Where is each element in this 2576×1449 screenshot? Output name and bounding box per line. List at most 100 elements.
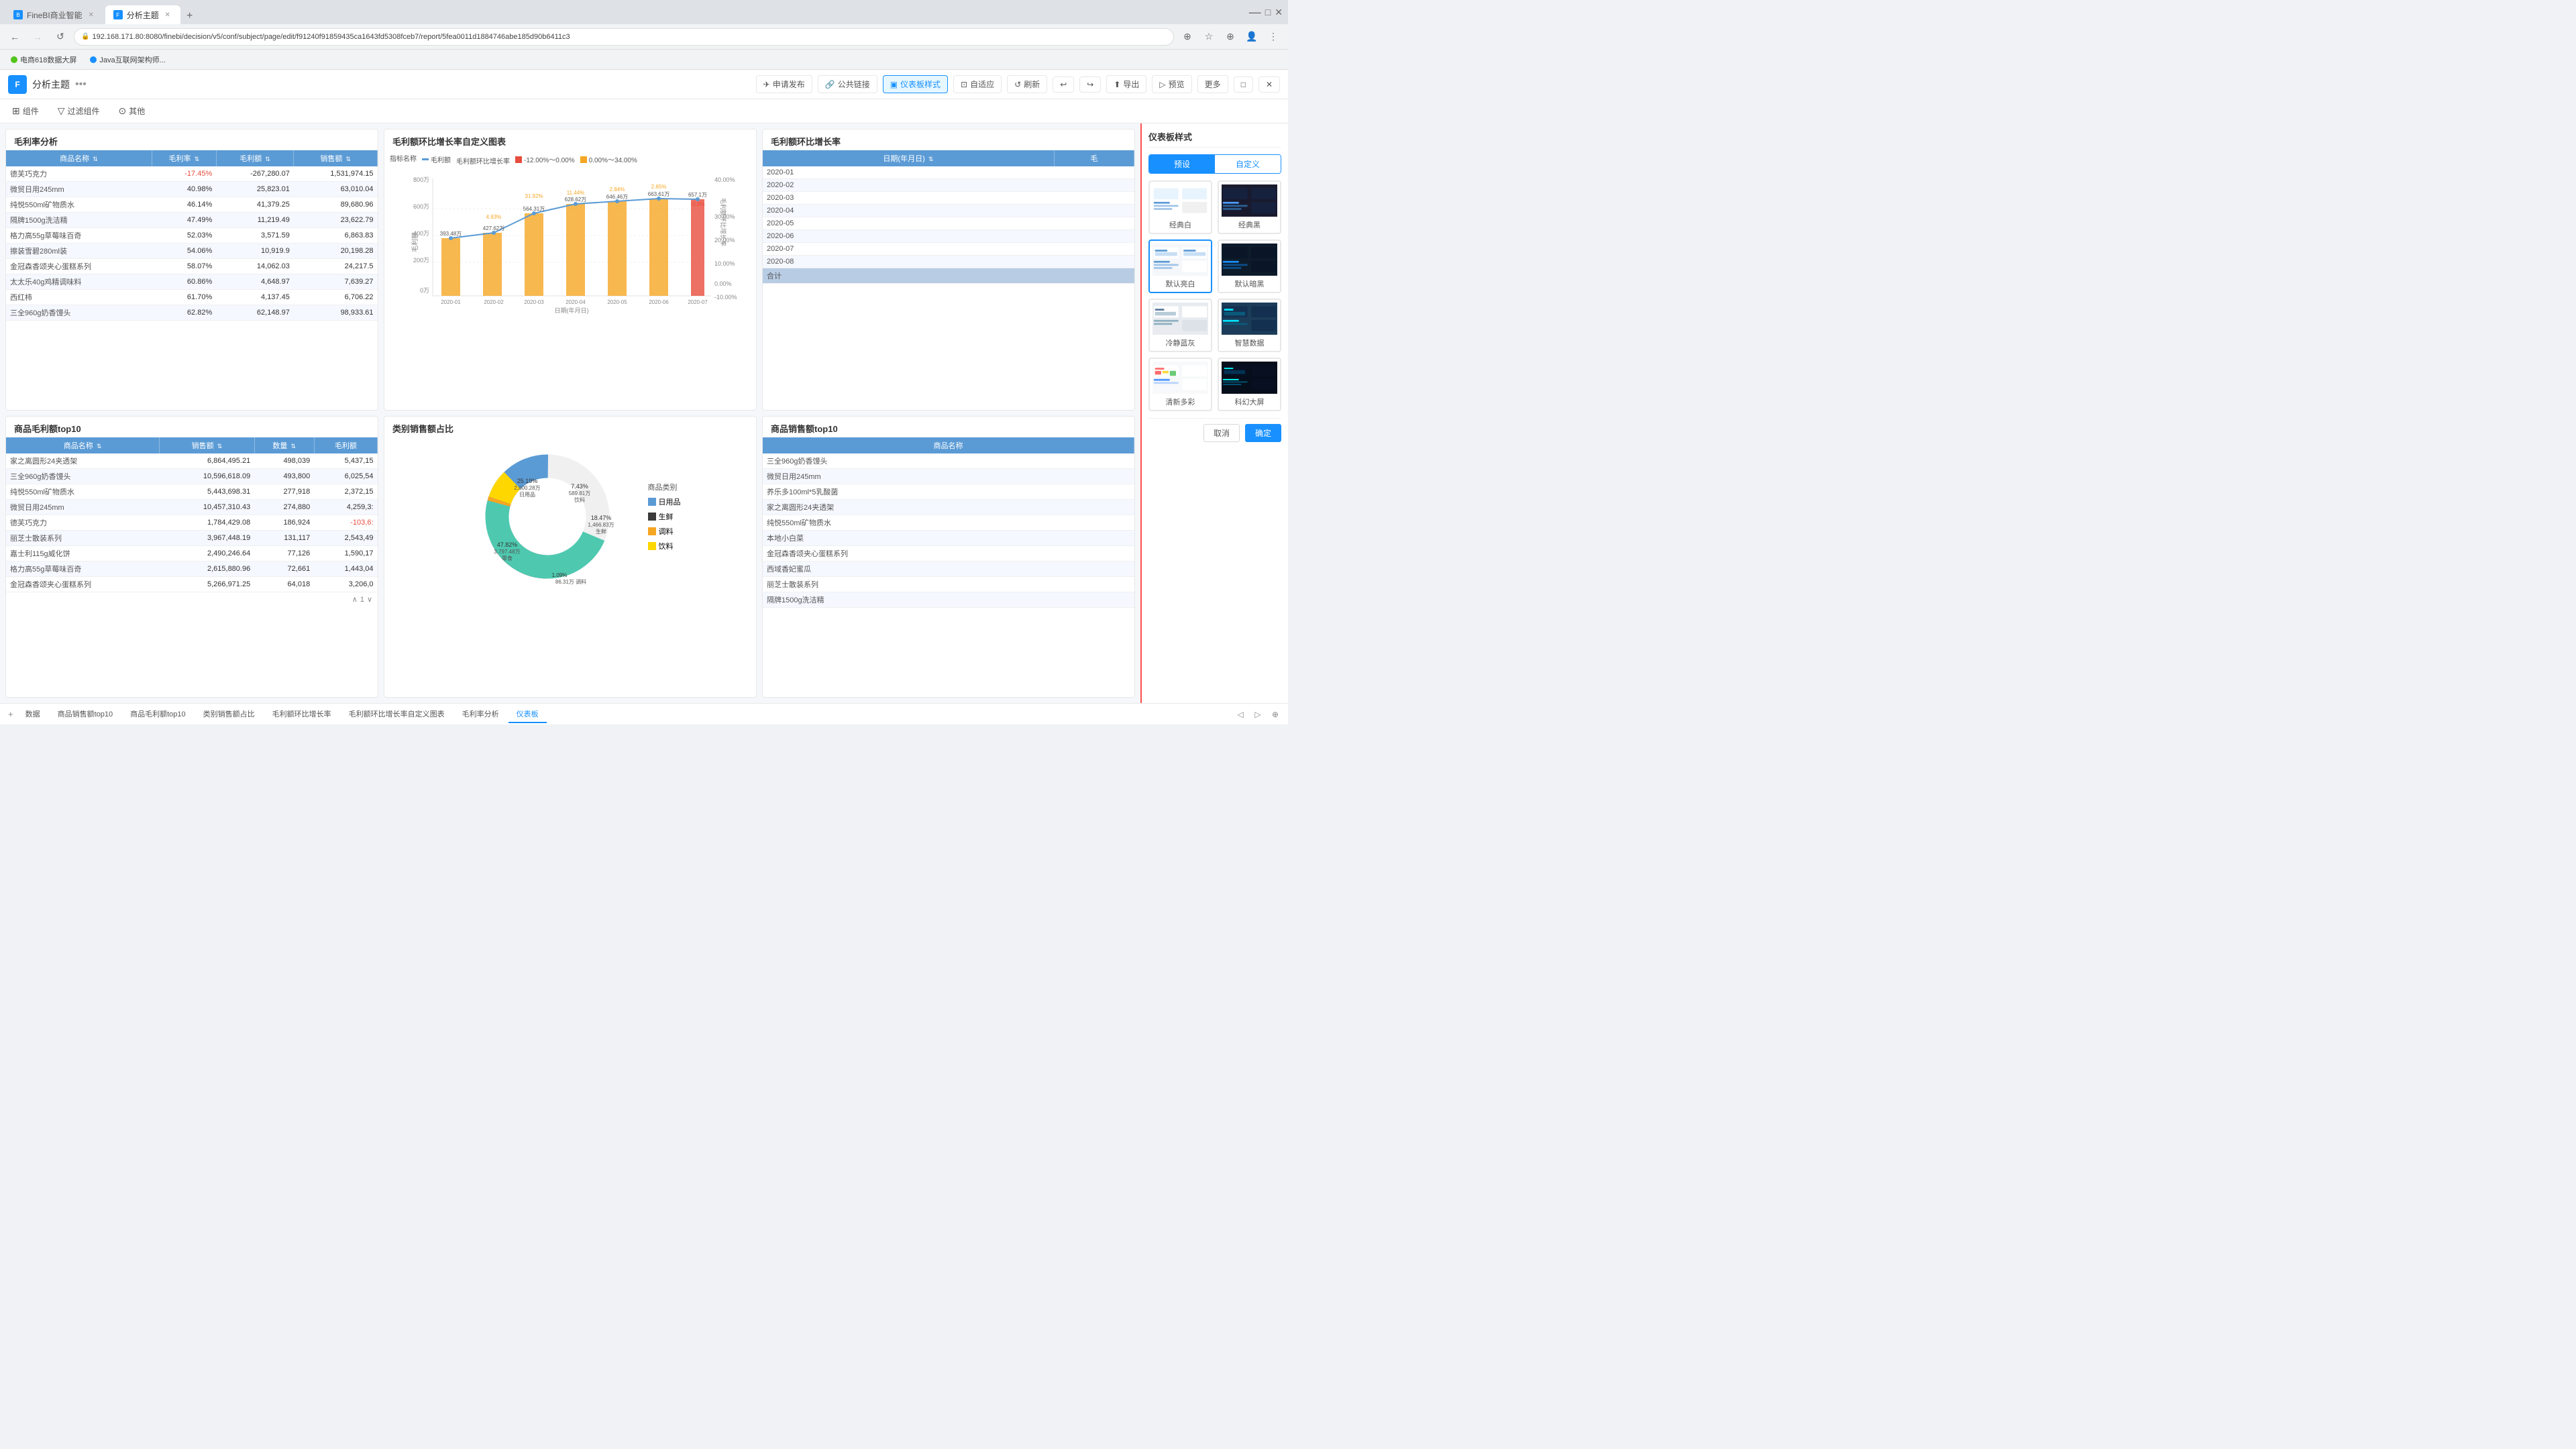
theme-preview-smart-data	[1222, 303, 1277, 335]
preview-btn[interactable]: ▷ 预览	[1152, 75, 1191, 93]
tab-action-2[interactable]: ▷	[1250, 707, 1265, 722]
dashboard-style-btn[interactable]: ▣ 仪表板样式	[883, 75, 948, 93]
profile-btn[interactable]: 👤	[1242, 28, 1261, 46]
toolbar-other[interactable]: ⊙ 其他	[115, 104, 150, 118]
pt-col-sales[interactable]: 销售额 ⇅	[160, 437, 255, 453]
style-tab-preset[interactable]: 预设	[1149, 155, 1215, 173]
gr-cell-value	[1054, 256, 1134, 268]
gm-col-rate[interactable]: 毛利率 ⇅	[152, 150, 216, 166]
theme-name-cool-grey: 冷静蓝灰	[1152, 337, 1208, 348]
gm-cell-profit: -267,280.07	[216, 166, 294, 182]
close-btn[interactable]: ✕	[1275, 7, 1283, 18]
theme-smart-data[interactable]: 智慧数据	[1218, 299, 1281, 352]
bottom-tab-5[interactable]: 毛利额环比增长率自定义图表	[341, 706, 453, 723]
gr-col-date[interactable]: 日期(年月日) ⇅	[763, 150, 1054, 166]
close-window-btn[interactable]: ✕	[1258, 76, 1280, 93]
gm-cell-profit: 41,379.25	[216, 197, 294, 213]
address-bar[interactable]: 🔒 192.168.171.80:8080/finebi/decision/v5…	[74, 28, 1174, 46]
bookmark-ecommerce[interactable]: 电商618数据大屏	[7, 53, 80, 66]
bottom-tab-1[interactable]: 商品销售额top10	[50, 706, 121, 723]
x-3: 2020-03	[524, 299, 544, 305]
theme-classic-white[interactable]: 经典白	[1148, 180, 1212, 234]
page-prev[interactable]: ∧	[352, 595, 358, 604]
tab-analysis-close[interactable]: ✕	[163, 10, 172, 19]
tab-finebi-label: FineBI商业智能	[27, 9, 83, 21]
redo-btn[interactable]: ↪	[1079, 76, 1101, 93]
pt-col-qty[interactable]: 数量 ⇅	[254, 437, 314, 453]
bookmark-dot-2	[90, 56, 97, 63]
app-more-btn[interactable]: •••	[75, 78, 87, 91]
pt-sort-2[interactable]: ⇅	[217, 443, 223, 450]
extensions-btn[interactable]: ⊕	[1221, 28, 1240, 46]
bookmark-java[interactable]: Java互联网架构师...	[86, 53, 169, 66]
toolbar-filter[interactable]: ▽ 过滤组件	[54, 104, 104, 118]
theme-cool-grey[interactable]: 冷静蓝灰	[1148, 299, 1212, 352]
sort-icon-2[interactable]: ⇅	[195, 156, 200, 163]
bookmark-star-btn[interactable]: ☆	[1199, 28, 1218, 46]
pt-sort-3[interactable]: ⇅	[290, 443, 296, 450]
cancel-button[interactable]: 取消	[1203, 424, 1240, 442]
tab-finebi-close[interactable]: ✕	[87, 10, 96, 19]
pt-col-name[interactable]: 商品名称 ⇅	[6, 437, 160, 453]
sort-icon-1[interactable]: ⇅	[93, 156, 98, 163]
sales-top10-row-3: 家之离圆形24夹透架	[763, 500, 1134, 515]
pie-chart-svg: 25.19% 2,000.28万 日用品 18.47% 1,466.83万 生鲜…	[460, 443, 635, 590]
new-tab-button[interactable]: +	[182, 8, 198, 24]
bottom-tab-3[interactable]: 类别销售额占比	[195, 706, 263, 723]
st-col-name[interactable]: 商品名称	[763, 437, 1134, 453]
st-cell-name: 养乐多100ml*5乳酸菌	[763, 484, 1134, 500]
gr-col-value[interactable]: 毛	[1054, 150, 1134, 166]
gm-cell-name: 三全960g奶香馒头	[6, 305, 152, 321]
forward-button[interactable]: →	[28, 28, 47, 46]
bottom-tab-4[interactable]: 毛利额环比增长率	[264, 706, 339, 723]
more-btn[interactable]: 更多	[1197, 75, 1228, 93]
legend-line-label: 毛利额	[431, 154, 451, 164]
adaptive-btn[interactable]: ⊡ 自适应	[953, 75, 1002, 93]
refresh-btn[interactable]: ↺ 刷新	[1007, 75, 1047, 93]
theme-default-white[interactable]: 默认亮白	[1148, 239, 1212, 293]
tab-analysis[interactable]: F 分析主题 ✕	[105, 5, 180, 24]
tab-finebi[interactable]: B FineBI商业智能 ✕	[5, 5, 104, 24]
export-label: 导出	[1123, 78, 1139, 90]
theme-scifi[interactable]: 科幻大屏	[1218, 358, 1281, 411]
gm-col-name[interactable]: 商品名称 ⇅	[6, 150, 152, 166]
theme-fresh-colorful[interactable]: 清新多彩	[1148, 358, 1212, 411]
export-btn[interactable]: ⬆ 导出	[1106, 75, 1146, 93]
bottom-tab-6[interactable]: 毛利率分析	[454, 706, 507, 723]
tab-action-1[interactable]: ◁	[1233, 707, 1248, 722]
confirm-button[interactable]: 确定	[1245, 424, 1281, 442]
bottom-tab-7[interactable]: 仪表板	[508, 706, 547, 723]
gm-cell-sales: 6,706.22	[294, 290, 378, 305]
translate-btn[interactable]: ⊕	[1178, 28, 1197, 46]
sort-icon-4[interactable]: ⇅	[345, 156, 351, 163]
gm-col-sales[interactable]: 销售额 ⇅	[294, 150, 378, 166]
style-tab-custom[interactable]: 自定义	[1215, 155, 1281, 173]
public-link-btn[interactable]: 🔗 公共链接	[818, 75, 877, 93]
preview-svg-6	[1222, 303, 1277, 335]
bottom-tab-0[interactable]: 数据	[17, 706, 48, 723]
app-logo[interactable]: F	[8, 75, 27, 94]
gm-col-profit[interactable]: 毛利额 ⇅	[216, 150, 294, 166]
back-button[interactable]: ←	[5, 28, 24, 46]
theme-default-black[interactable]: 默认暗黑	[1218, 239, 1281, 293]
ry-30: 30.00%	[714, 213, 735, 220]
pt-col-profit[interactable]: 毛利额	[314, 437, 377, 453]
component-icon: ⊞	[12, 105, 20, 117]
gr-sort-1[interactable]: ⇅	[928, 156, 934, 163]
page-next[interactable]: ∨	[367, 595, 372, 604]
publish-btn[interactable]: ✈ 申请发布	[756, 75, 812, 93]
maximize-btn[interactable]: □	[1265, 7, 1271, 17]
gr-cell-date: 2020-04	[763, 205, 1054, 217]
toolbar-component[interactable]: ⊞ 组件	[8, 104, 43, 118]
bottom-tab-2[interactable]: 商品毛利额top10	[122, 706, 194, 723]
tab-action-3[interactable]: ⊕	[1268, 707, 1283, 722]
minimize-btn[interactable]: ―	[1249, 5, 1261, 19]
sort-icon-3[interactable]: ⇅	[265, 156, 270, 163]
st-cell-name: 丽芝士散装系列	[763, 577, 1134, 592]
theme-classic-black[interactable]: 经典黑	[1218, 180, 1281, 234]
menu-btn[interactable]: ⋮	[1264, 28, 1283, 46]
pt-sort-1[interactable]: ⇅	[97, 443, 102, 450]
fullscreen-btn[interactable]: □	[1234, 76, 1253, 93]
undo-btn[interactable]: ↩	[1053, 76, 1074, 93]
reload-button[interactable]: ↺	[51, 28, 70, 46]
